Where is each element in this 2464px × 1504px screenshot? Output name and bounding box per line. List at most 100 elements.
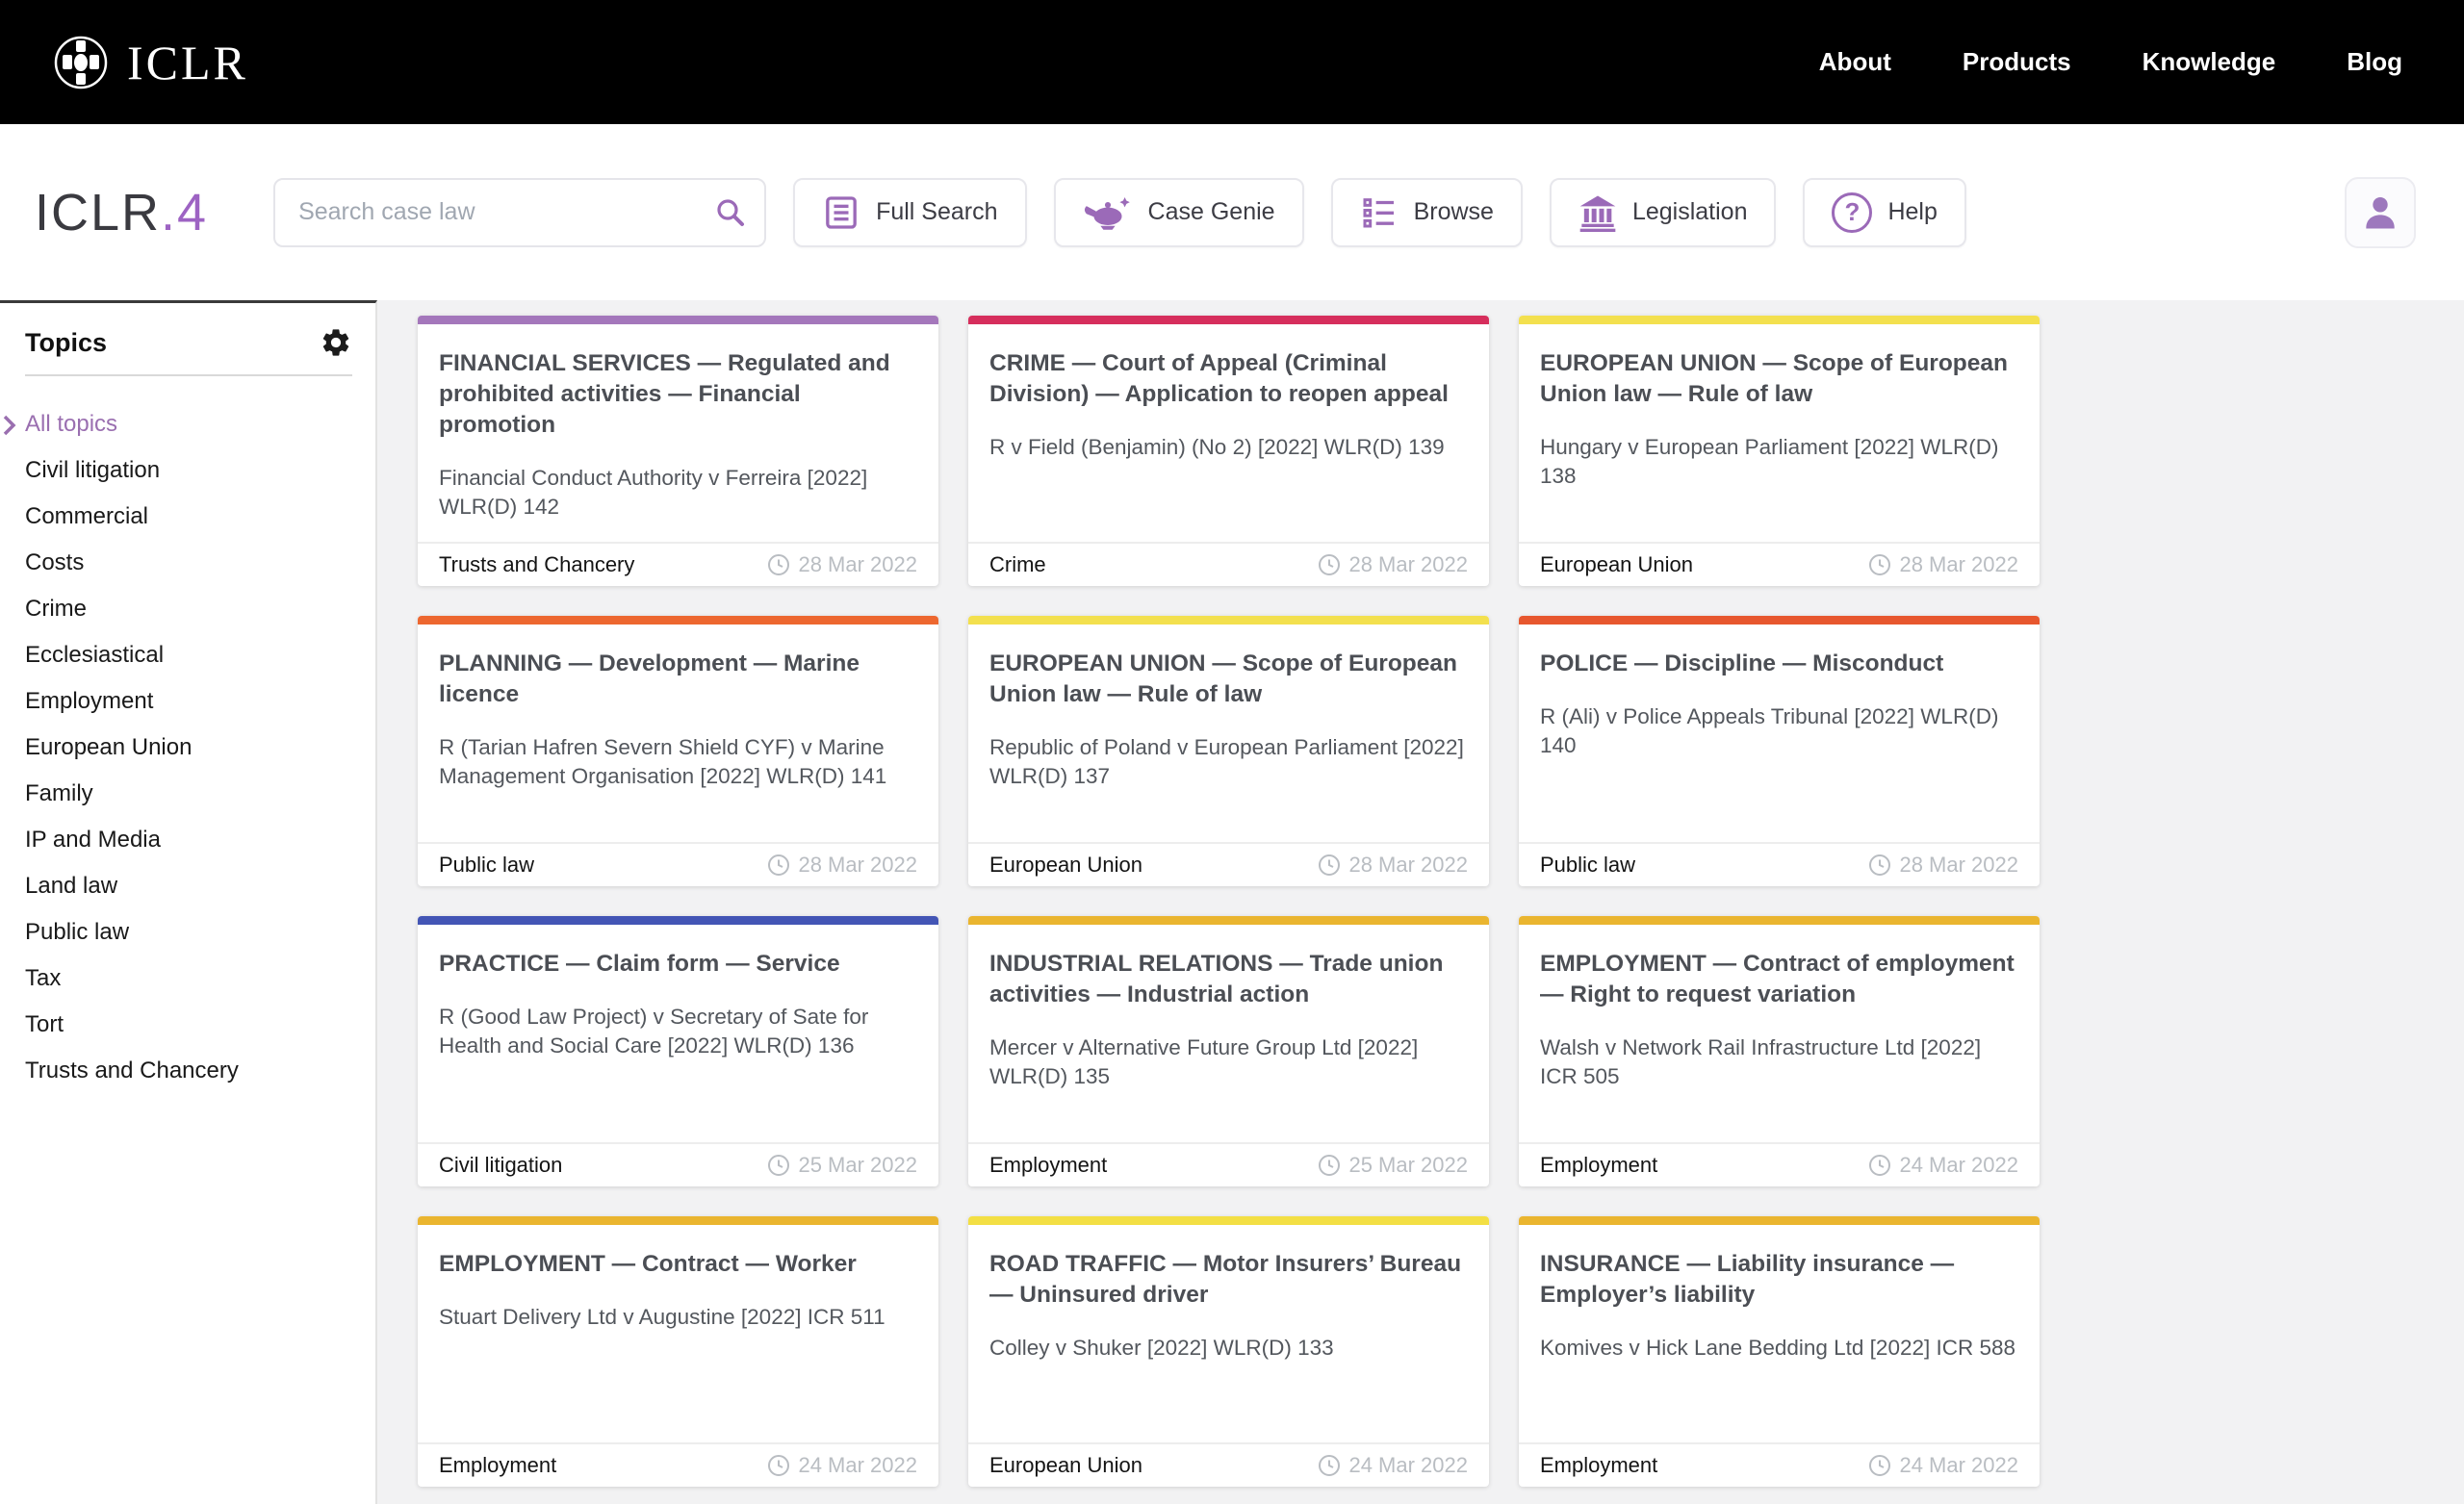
case-card[interactable]: INDUSTRIAL RELATIONS — Trade union activ… (968, 916, 1489, 1186)
card-accent-bar (1519, 1216, 2040, 1225)
sidebar-item-all-topics[interactable]: All topics (25, 401, 352, 447)
sidebar-item-civil-litigation[interactable]: Civil litigation (25, 447, 352, 494)
card-topic: Crime (989, 552, 1046, 577)
topics-list: All topics Civil litigation Commercial C… (25, 401, 352, 1094)
top-nav-links: About Products Knowledge Blog (1819, 47, 2402, 77)
card-accent-bar (968, 316, 1489, 324)
card-accent-bar (968, 916, 1489, 925)
sidebar-item-ip-and-media[interactable]: IP and Media (25, 817, 352, 863)
case-card[interactable]: EUROPEAN UNION — Scope of European Union… (1519, 316, 2040, 586)
case-card[interactable]: PRACTICE — Claim form — Service R (Good … (418, 916, 938, 1186)
nav-item-blog[interactable]: Blog (2347, 47, 2402, 77)
sidebar-item-land-law[interactable]: Land law (25, 863, 352, 909)
nav-item-about[interactable]: About (1819, 47, 1891, 77)
account-button[interactable] (2345, 177, 2416, 248)
case-card[interactable]: INSURANCE — Liability insurance — Employ… (1519, 1216, 2040, 1487)
sidebar-item-european-union[interactable]: European Union (25, 725, 352, 771)
card-accent-bar (418, 1216, 938, 1225)
sidebar-item-employment[interactable]: Employment (25, 678, 352, 725)
user-icon (2359, 191, 2401, 234)
search-bar (273, 178, 766, 247)
card-citation: Colley v Shuker [2022] WLR(D) 133 (989, 1334, 1468, 1363)
sidebar-item-tax[interactable]: Tax (25, 956, 352, 1002)
document-list-icon (822, 193, 860, 232)
card-citation: R v Field (Benjamin) (No 2) [2022] WLR(D… (989, 433, 1468, 462)
card-citation: Mercer v Alternative Future Group Ltd [2… (989, 1033, 1468, 1092)
clock-icon (1318, 553, 1341, 576)
card-date: 25 Mar 2022 (798, 1153, 917, 1178)
card-citation: Republic of Poland v European Parliament… (989, 733, 1468, 792)
card-topic: Public law (439, 853, 534, 878)
card-topic: Civil litigation (439, 1153, 562, 1178)
brand-name: ICLR (127, 35, 248, 90)
card-citation: Komives v Hick Lane Bedding Ltd [2022] I… (1540, 1334, 2018, 1363)
case-card[interactable]: FINANCIAL SERVICES — Regulated and prohi… (418, 316, 938, 586)
card-accent-bar (418, 916, 938, 925)
sidebar-item-public-law[interactable]: Public law (25, 909, 352, 956)
card-title: ROAD TRAFFIC — Motor Insurers’ Bureau — … (989, 1249, 1468, 1311)
sidebar-item-tort[interactable]: Tort (25, 1002, 352, 1048)
card-title: PRACTICE — Claim form — Service (439, 949, 917, 980)
case-card[interactable]: ROAD TRAFFIC — Motor Insurers’ Bureau — … (968, 1216, 1489, 1487)
case-card-grid-area: FINANCIAL SERVICES — Regulated and prohi… (377, 300, 2464, 1504)
clock-icon (767, 1154, 790, 1177)
browse-button[interactable]: Browse (1331, 178, 1523, 247)
full-search-button[interactable]: Full Search (793, 178, 1026, 247)
card-citation: R (Good Law Project) v Secretary of Sate… (439, 1003, 917, 1061)
card-date: 24 Mar 2022 (1348, 1453, 1468, 1478)
card-topic: Public law (1540, 853, 1635, 878)
case-card-grid: FINANCIAL SERVICES — Regulated and prohi… (418, 316, 2464, 1487)
case-card[interactable]: EMPLOYMENT — Contract — Worker Stuart De… (418, 1216, 938, 1487)
sidebar-item-trusts-and-chancery[interactable]: Trusts and Chancery (25, 1048, 352, 1094)
card-topic: European Union (989, 1453, 1142, 1478)
card-topic: Employment (989, 1153, 1107, 1178)
case-card[interactable]: PLANNING — Development — Marine licence … (418, 616, 938, 886)
card-title: FINANCIAL SERVICES — Regulated and prohi… (439, 348, 917, 441)
search-icon[interactable] (714, 196, 747, 229)
iclr4-logo[interactable]: ICLR.4 (35, 183, 208, 242)
app-header: ICLR.4 Full Search (0, 124, 2464, 300)
sidebar-item-costs[interactable]: Costs (25, 540, 352, 586)
card-accent-bar (1519, 316, 2040, 324)
clock-icon (1868, 1154, 1891, 1177)
genie-lamp-icon (1083, 193, 1133, 232)
nav-item-knowledge[interactable]: Knowledge (2143, 47, 2276, 77)
case-card[interactable]: EMPLOYMENT — Contract of employment — Ri… (1519, 916, 2040, 1186)
card-accent-bar (968, 1216, 1489, 1225)
search-input[interactable] (273, 178, 766, 247)
case-card[interactable]: CRIME — Court of Appeal (Criminal Divisi… (968, 316, 1489, 586)
sidebar-item-label: All topics (25, 411, 117, 438)
case-card[interactable]: EUROPEAN UNION — Scope of European Union… (968, 616, 1489, 886)
card-topic: Employment (1540, 1453, 1657, 1478)
sidebar-item-family[interactable]: Family (25, 771, 352, 817)
card-date: 28 Mar 2022 (798, 853, 917, 878)
clock-icon (1318, 1454, 1341, 1477)
iclr-brand[interactable]: ICLR (50, 32, 248, 93)
legislation-button[interactable]: Legislation (1550, 178, 1777, 247)
clock-icon (767, 1454, 790, 1477)
topics-sidebar: Topics All topics Civil litigation Comme… (0, 300, 377, 1504)
chevron-right-icon (2, 415, 17, 443)
legislation-label: Legislation (1632, 198, 1748, 226)
sidebar-item-crime[interactable]: Crime (25, 586, 352, 632)
card-accent-bar (1519, 616, 2040, 625)
clock-icon (767, 553, 790, 576)
help-button[interactable]: ? Help (1803, 178, 1965, 247)
browse-label: Browse (1414, 198, 1494, 226)
nav-item-products[interactable]: Products (1963, 47, 2071, 77)
card-topic: Employment (439, 1453, 556, 1478)
clock-icon (1868, 1454, 1891, 1477)
card-title: POLICE — Discipline — Misconduct (1540, 649, 2018, 679)
bank-icon (1578, 193, 1617, 232)
case-card[interactable]: POLICE — Discipline — Misconduct R (Ali)… (1519, 616, 2040, 886)
sidebar-item-ecclesiastical[interactable]: Ecclesiastical (25, 632, 352, 678)
card-title: EMPLOYMENT — Contract — Worker (439, 1249, 917, 1280)
card-title: INDUSTRIAL RELATIONS — Trade union activ… (989, 949, 1468, 1010)
gear-icon[interactable] (320, 326, 352, 359)
card-citation: Financial Conduct Authority v Ferreira [… (439, 464, 917, 523)
card-date: 28 Mar 2022 (1348, 853, 1468, 878)
card-title: EUROPEAN UNION — Scope of European Union… (1540, 348, 2018, 410)
sidebar-item-commercial[interactable]: Commercial (25, 494, 352, 540)
card-topic: European Union (1540, 552, 1693, 577)
case-genie-button[interactable]: Case Genie (1054, 178, 1304, 247)
